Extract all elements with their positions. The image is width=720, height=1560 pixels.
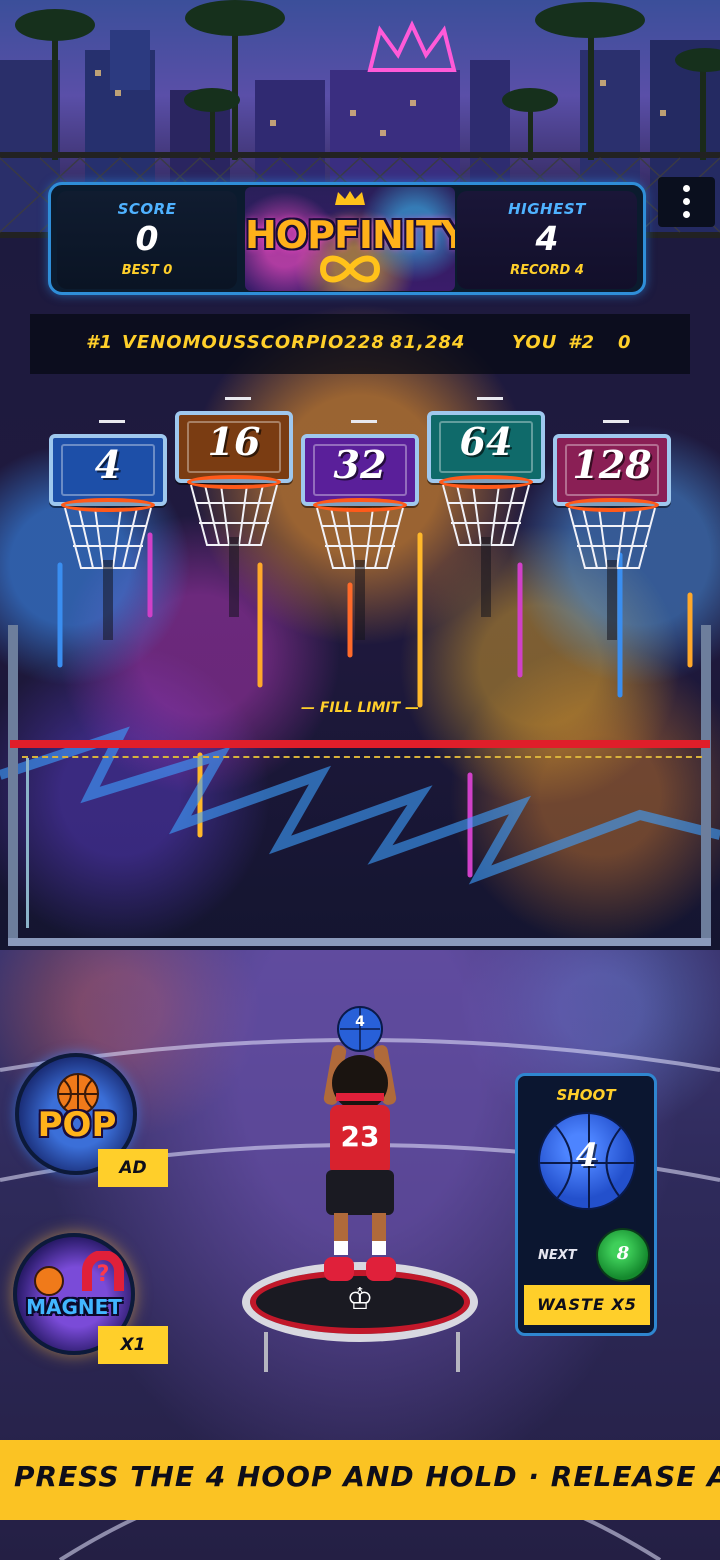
you-score: 0	[618, 332, 632, 353]
trampoline-leg	[264, 1332, 268, 1372]
hoop-value: 64	[459, 419, 513, 464]
more-vertical-icon	[683, 185, 690, 192]
menu-button[interactable]	[658, 177, 715, 227]
magnet-icon: ?	[34, 1251, 124, 1296]
game-logo: HOPFINITY	[245, 187, 455, 291]
hoop-128[interactable]: 128	[553, 420, 673, 640]
hoop-rim	[61, 498, 155, 512]
hoop-16[interactable]: 16	[175, 397, 295, 617]
highest-value: 4	[535, 219, 559, 258]
hoop-rim	[439, 475, 533, 489]
score-value: 0	[135, 219, 159, 258]
hoop-value: 128	[572, 442, 652, 487]
menu-dot	[683, 211, 690, 218]
hoop-pole	[355, 560, 365, 640]
magnet-label: MAGNET	[26, 1295, 122, 1319]
waste-button[interactable]: WASTE X5	[524, 1285, 650, 1325]
leader-rank: #1	[86, 332, 114, 353]
hoop-value: 4	[94, 442, 122, 487]
instruction-text: PRESS THE 4 HOOP AND HOLD · RELEASE AT	[14, 1460, 720, 1493]
highest-panel: HIGHEST 4 RECORD 4	[457, 191, 637, 289]
you-label: YOU	[512, 332, 558, 353]
scoreboard: SCORE 0 BEST 0 HOPFINITY HIGHEST 4 RECOR…	[48, 182, 646, 295]
svg-text:?: ?	[97, 1262, 110, 1287]
hoop-4[interactable]: 4	[49, 420, 169, 640]
you-rank: #2	[568, 332, 596, 353]
score-title: SCORE	[117, 200, 177, 218]
hoop-indicator	[99, 420, 125, 423]
held-ball-value: 4	[355, 1014, 365, 1030]
hoop-indicator	[477, 397, 503, 400]
leader-score: 81,284	[390, 332, 466, 353]
magnet-count-badge: X1	[98, 1326, 168, 1364]
fill-limit-dashed-line	[22, 756, 702, 758]
next-label: NEXT	[538, 1248, 577, 1263]
menu-dot	[683, 198, 690, 205]
shoot-label: SHOOT	[556, 1086, 616, 1104]
hoop-indicator	[603, 420, 629, 423]
next-ball-value: 8	[616, 1243, 630, 1264]
hoop-value: 32	[333, 442, 387, 487]
logo-text: HOPFINITY	[245, 213, 455, 257]
instruction-banner: PRESS THE 4 HOOP AND HOLD · RELEASE AT	[0, 1440, 720, 1520]
infinity-icon	[319, 255, 381, 283]
hoop-indicator	[225, 397, 251, 400]
jersey-number: 23	[340, 1120, 380, 1153]
pop-label: POP	[37, 1105, 117, 1145]
hoop-rim	[187, 475, 281, 489]
ad-badge[interactable]: AD	[98, 1149, 168, 1187]
container-floor	[8, 938, 711, 946]
fill-limit-label: — FILL LIMIT —	[300, 700, 420, 716]
leader-name: VENOMOUSSCORPIO228	[122, 332, 385, 353]
hoop-32[interactable]: 32	[301, 420, 421, 640]
leaderboard-bar: #1 VENOMOUSSCORPIO228 81,284 YOU #2 0	[30, 314, 690, 374]
fill-limit-line	[10, 740, 710, 748]
container-inner-edge	[26, 758, 29, 928]
record-value: RECORD 4	[510, 263, 584, 278]
hoop-rim	[313, 498, 407, 512]
hoop-pole	[481, 537, 491, 617]
highest-title: HIGHEST	[508, 200, 586, 218]
trampoline-leg	[456, 1332, 460, 1372]
current-ball-value: 4	[575, 1136, 599, 1174]
hoop-64[interactable]: 64	[427, 397, 547, 617]
crown-icon	[335, 191, 365, 205]
hoop-rim	[565, 498, 659, 512]
score-panel: SCORE 0 BEST 0	[57, 191, 237, 289]
hoop-pole	[103, 560, 113, 640]
hoop-pole	[229, 537, 239, 617]
best-score: BEST 0	[121, 263, 173, 278]
hoop-value: 16	[207, 419, 261, 464]
hoop-indicator	[351, 420, 377, 423]
hoop-pole	[607, 560, 617, 640]
container-right-wall	[701, 625, 711, 945]
container-left-wall	[8, 625, 18, 945]
shoot-panel[interactable]: SHOOT 4 NEXT 8 WASTE X5	[515, 1073, 657, 1336]
